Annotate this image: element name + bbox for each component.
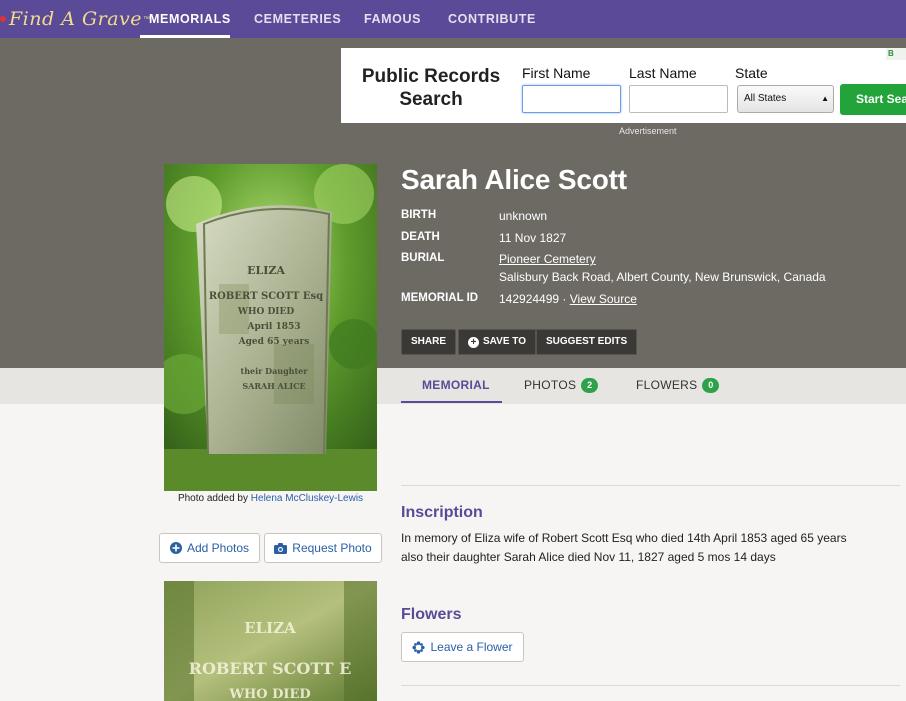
burial-label: BURIAL bbox=[401, 252, 445, 264]
memorial-photo-second[interactable]: ELIZA ROBERT SCOTT E WHO DIED bbox=[164, 581, 377, 701]
ad-state-select[interactable]: All States ▲ bbox=[737, 85, 834, 113]
birth-label: BIRTH bbox=[401, 209, 437, 221]
flowers-heading: Flowers bbox=[401, 606, 462, 623]
burial-cemetery-link[interactable]: Pioneer Cemetery bbox=[499, 252, 596, 266]
suggest-edits-button[interactable]: SUGGEST EDITS bbox=[536, 329, 638, 355]
ad-state-value: All States bbox=[744, 93, 787, 104]
memorial-actions: SHARE + SAVE TO SUGGEST EDITS bbox=[401, 329, 638, 355]
add-photos-label: Add Photos bbox=[186, 541, 250, 555]
photo-caption-prefix: Photo added by bbox=[177, 493, 248, 504]
memorial-photo[interactable]: ELIZA ROBERT SCOTT Esq WHO DIED April 18… bbox=[164, 164, 377, 491]
ad-last-name-input[interactable] bbox=[629, 85, 728, 113]
plus-circle-icon: + bbox=[468, 336, 480, 348]
nav-cemeteries[interactable]: CEMETERIES bbox=[254, 0, 341, 38]
inscription-line-1: In memory of Eliza wife of Robert Scott … bbox=[401, 531, 847, 545]
stone-text-aged: Aged 65 years bbox=[238, 337, 310, 347]
headstone-closeup-image: ELIZA ROBERT SCOTT E WHO DIED bbox=[164, 581, 377, 701]
inscription-line-2: also their daughter Sarah Alice died Nov… bbox=[401, 549, 776, 564]
stone-text-daughter: their Daughter bbox=[241, 366, 309, 376]
plus-circle-icon bbox=[169, 542, 182, 554]
photos-count-badge: 2 bbox=[581, 378, 599, 394]
tab-memorial[interactable]: MEMORIAL bbox=[422, 368, 490, 402]
ad-first-name-label: First Name bbox=[522, 65, 591, 81]
divider bbox=[401, 485, 900, 486]
flowers-count-badge: 0 bbox=[702, 378, 720, 394]
divider-bottom bbox=[401, 685, 900, 686]
ad-first-name-input[interactable] bbox=[522, 85, 621, 113]
photo-caption: Photo added by Helena McCluskey-Lewis bbox=[164, 493, 377, 504]
logo-text: Find A Grave bbox=[9, 8, 143, 30]
ad-caption: Advertisement bbox=[619, 126, 677, 136]
select-arrows-icon: ▲ bbox=[821, 94, 829, 103]
flower-icon bbox=[412, 640, 426, 654]
tab-photos[interactable]: PHOTOS 2 bbox=[524, 368, 599, 402]
tab-flowers-label: FLOWERS bbox=[636, 378, 698, 392]
ad-state-label: State bbox=[735, 65, 768, 81]
headstone-photo-image: ELIZA ROBERT SCOTT Esq WHO DIED April 18… bbox=[164, 164, 377, 491]
photo-contributor-link[interactable]: Helena McCluskey-Lewis bbox=[251, 493, 363, 504]
find-a-grave-logo[interactable]: Find A Grave ™ bbox=[0, 5, 150, 33]
stone2-text-who-died: WHO DIED bbox=[228, 687, 310, 701]
death-value: 11 Nov 1827 bbox=[499, 231, 567, 245]
stone-text-sarah-alice: SARAH ALICE bbox=[242, 381, 305, 391]
stone-text-eliza: ELIZA bbox=[247, 264, 285, 277]
tab-flowers[interactable]: FLOWERS 0 bbox=[636, 368, 720, 402]
nav-contribute[interactable]: CONTRIBUTE bbox=[448, 0, 536, 38]
stone2-text-eliza: ELIZA bbox=[244, 619, 296, 637]
memorial-id-value: 142924499 · bbox=[499, 292, 567, 306]
save-to-label: SAVE TO bbox=[483, 336, 526, 347]
tab-active-indicator bbox=[401, 401, 502, 403]
death-label: DEATH bbox=[401, 231, 440, 243]
ad-last-name-label: Last Name bbox=[629, 65, 697, 81]
ad-badge-text: B bbox=[888, 49, 894, 58]
ad-choices-badge[interactable]: B bbox=[886, 48, 906, 60]
stone-text-april: April 1853 bbox=[246, 322, 300, 332]
view-source-link[interactable]: View Source bbox=[570, 292, 637, 306]
inscription-heading: Inscription bbox=[401, 504, 483, 521]
public-records-ad: Public Records Search First Name Last Na… bbox=[341, 48, 906, 123]
nav-memorials[interactable]: MEMORIALS bbox=[149, 0, 231, 38]
request-photo-button[interactable]: Request Photo bbox=[264, 533, 382, 563]
add-photos-button[interactable]: Add Photos bbox=[159, 533, 260, 563]
stone-text-robert-scott: ROBERT SCOTT Esq bbox=[209, 291, 323, 302]
nav-famous[interactable]: FAMOUS bbox=[364, 0, 421, 38]
memorial-name: Sarah Alice Scott bbox=[401, 164, 627, 195]
leave-a-flower-button[interactable]: Leave a Flower bbox=[401, 632, 524, 662]
birth-value: unknown bbox=[499, 209, 548, 223]
ad-title: Public Records Search bbox=[361, 66, 501, 110]
request-photo-label: Request Photo bbox=[292, 541, 372, 555]
share-button[interactable]: SHARE bbox=[401, 329, 457, 355]
inscription-text: In memory of Eliza wife of Robert Scott … bbox=[401, 529, 871, 566]
top-navigation: Find A Grave ™ MEMORIALS CEMETERIES FAMO… bbox=[0, 0, 906, 38]
burial-cemetery-text: Pioneer Cemetery bbox=[499, 252, 596, 266]
memorial-id: 142924499 · View Source bbox=[499, 292, 637, 306]
stone-text-who-died: WHO DIED bbox=[237, 307, 294, 317]
leave-a-flower-label: Leave a Flower bbox=[430, 640, 513, 654]
save-to-button[interactable]: + SAVE TO bbox=[458, 329, 536, 355]
logo-mark-icon bbox=[0, 16, 6, 22]
ad-start-search-button[interactable]: Start Search bbox=[840, 84, 906, 115]
tab-photos-label: PHOTOS bbox=[524, 378, 577, 392]
camera-icon bbox=[274, 542, 288, 554]
burial-location: Salisbury Back Road, Albert County, New … bbox=[499, 270, 826, 284]
memorial-id-label: MEMORIAL ID bbox=[401, 292, 479, 304]
stone2-text-robert: ROBERT SCOTT E bbox=[189, 659, 352, 678]
